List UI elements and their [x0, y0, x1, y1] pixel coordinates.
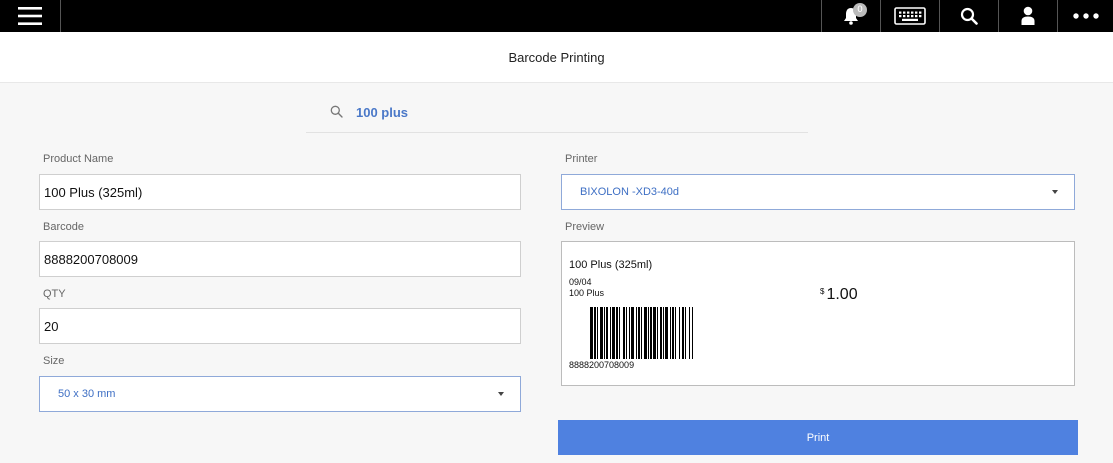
label-preview: 100 Plus (325ml) 09/04 100 Plus 88882007… — [561, 241, 1075, 386]
preview-date: 09/04 — [569, 277, 592, 287]
barcode-bar — [638, 307, 640, 359]
barcode-bar — [657, 307, 658, 359]
barcode-image — [590, 307, 693, 359]
barcode-bar — [610, 307, 611, 359]
barcode-bar — [679, 307, 680, 359]
barcode-bar — [650, 307, 652, 359]
search-button[interactable] — [940, 0, 998, 32]
size-select[interactable]: 50 x 30 mm — [39, 376, 521, 412]
currency-symbol: $ — [820, 287, 825, 296]
more-options-button[interactable] — [1058, 0, 1113, 32]
search-icon — [960, 7, 978, 25]
barcode-field[interactable]: 8888200708009 — [39, 241, 521, 277]
barcode-bar — [636, 307, 637, 359]
print-button[interactable]: Print — [558, 420, 1078, 455]
barcode-bar — [594, 307, 596, 359]
more-icon — [1072, 13, 1099, 19]
barcode-bar — [675, 307, 676, 359]
printer-select-value: BIXOLON -XD3-40d — [580, 186, 680, 198]
barcode-bar — [672, 307, 674, 359]
barcode-bar — [590, 307, 593, 359]
page-title: Barcode Printing — [508, 50, 605, 65]
barcode-bar — [644, 307, 647, 359]
chevron-down-icon — [1052, 190, 1058, 194]
barcode-bar — [604, 307, 605, 359]
barcode-bar — [606, 307, 608, 359]
barcode-bar — [600, 307, 603, 359]
notifications-button[interactable]: 0 — [822, 0, 880, 32]
product-search[interactable]: 100 plus — [306, 96, 808, 133]
menu-button[interactable] — [0, 0, 60, 32]
user-button[interactable] — [999, 0, 1057, 32]
barcode-bar — [631, 307, 634, 359]
size-label: Size — [43, 355, 65, 367]
barcode-bar — [629, 307, 630, 359]
barcode-bar — [670, 307, 671, 359]
barcode-bar — [619, 307, 620, 359]
keyboard-icon — [894, 7, 926, 25]
barcode-bar — [653, 307, 656, 359]
preview-short-name: 100 Plus — [569, 288, 605, 298]
barcode-bar — [682, 307, 684, 359]
price-amount: 1.00 — [826, 286, 858, 303]
preview-label: Preview — [565, 221, 605, 233]
barcode-bar — [692, 307, 693, 359]
page-header: Barcode Printing — [0, 32, 1113, 83]
barcode-bar — [623, 307, 625, 359]
chevron-down-icon — [498, 392, 504, 396]
qty-label: QTY — [43, 288, 66, 300]
keyboard-button[interactable] — [881, 0, 939, 32]
preview-product-name: 100 Plus (325ml) — [569, 259, 653, 271]
size-select-value: 50 x 30 mm — [58, 388, 116, 400]
barcode-bar — [612, 307, 615, 359]
barcode-bar — [616, 307, 618, 359]
notification-badge: 0 — [853, 3, 867, 17]
product-name-label: Product Name — [43, 153, 114, 165]
qty-field[interactable]: 20 — [39, 308, 521, 344]
barcode-bar — [660, 307, 662, 359]
search-icon — [330, 105, 343, 118]
product-name-field[interactable]: 100 Plus (325ml) — [39, 174, 521, 210]
preview-price: $1.00 — [820, 286, 858, 304]
barcode-label: Barcode — [43, 221, 84, 233]
barcode-bar — [641, 307, 642, 359]
barcode-bar — [626, 307, 627, 359]
divider — [60, 0, 61, 32]
barcode-bar — [648, 307, 649, 359]
top-bar: 0 — [0, 0, 1113, 32]
printer-select[interactable]: BIXOLON -XD3-40d — [561, 174, 1075, 210]
barcode-bar — [663, 307, 664, 359]
user-icon — [1021, 6, 1035, 25]
barcode-bar — [597, 307, 598, 359]
barcode-bar — [685, 307, 686, 359]
printer-label: Printer — [565, 153, 598, 165]
preview-barcode-number: 8888200708009 — [569, 360, 635, 370]
barcode-bar — [665, 307, 668, 359]
menu-icon — [18, 7, 42, 25]
barcode-bar — [689, 307, 690, 359]
search-input[interactable]: 100 plus — [356, 105, 408, 120]
